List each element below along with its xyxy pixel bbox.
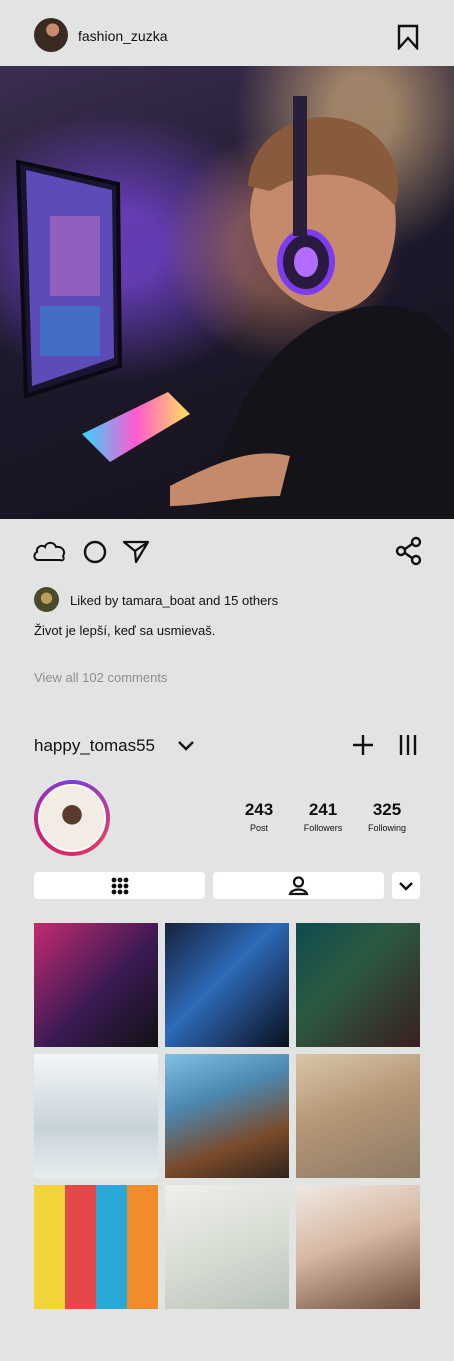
posts-count[interactable]: 243 [224,800,294,820]
liked-by-text[interactable]: Liked by tamara_boat and 15 others [70,593,278,608]
grid-photo[interactable] [296,923,420,1047]
followers-count[interactable]: 241 [288,800,358,820]
comment-button[interactable] [80,536,116,566]
posts-label: Post [249,823,268,833]
grid-photo[interactable] [165,923,289,1047]
keyboard-shape [70,386,200,471]
gamer-figure [170,96,454,519]
username-dropdown-button[interactable] [176,736,196,756]
like-button[interactable] [32,536,68,566]
view-comments-link[interactable]: View all 102 comments [34,670,167,685]
post-image-illustration [15,96,454,519]
menu-bars-icon [399,735,417,755]
share-button[interactable] [392,536,428,566]
send-icon [122,540,150,564]
tab-tagged[interactable] [213,872,384,899]
liked-by-avatar[interactable] [34,587,59,612]
plus-icon [353,735,373,755]
grid-dots-icon [111,877,129,895]
tab-grid[interactable] [34,872,205,899]
grid-photo[interactable] [34,923,158,1047]
grid-photo[interactable] [296,1185,420,1309]
circle-icon [83,540,107,564]
grid-photo[interactable] [34,1054,158,1178]
send-button[interactable] [120,536,156,566]
grid-photo[interactable] [34,1185,158,1309]
followers-label: Followers [303,823,343,833]
monitor-shape [15,159,123,399]
add-button[interactable] [351,733,375,757]
chevron-down-icon [178,741,194,751]
user-icon [288,876,309,896]
tab-more-dropdown[interactable] [392,872,420,899]
post-image[interactable] [0,66,454,519]
profile-username[interactable]: happy_tomas55 [34,736,155,756]
post-header [0,0,454,66]
bookmark-icon [397,24,419,52]
profile-avatar[interactable] [38,784,106,852]
post-author-username[interactable]: fashion_zuzka [78,28,168,44]
cloud-icon [33,541,66,562]
following-label: Following [367,823,407,833]
share-icon [395,536,422,566]
menu-button[interactable] [396,733,420,757]
grid-photo[interactable] [296,1054,420,1178]
post-caption: Život je lepší, keď sa usmievaš. [34,623,216,638]
bookmark-button[interactable] [396,24,420,52]
following-count[interactable]: 325 [352,800,422,820]
post-author-avatar[interactable] [34,18,68,52]
chevron-down-icon [399,882,413,891]
grid-photo[interactable] [165,1054,289,1178]
grid-photo[interactable] [165,1185,289,1309]
